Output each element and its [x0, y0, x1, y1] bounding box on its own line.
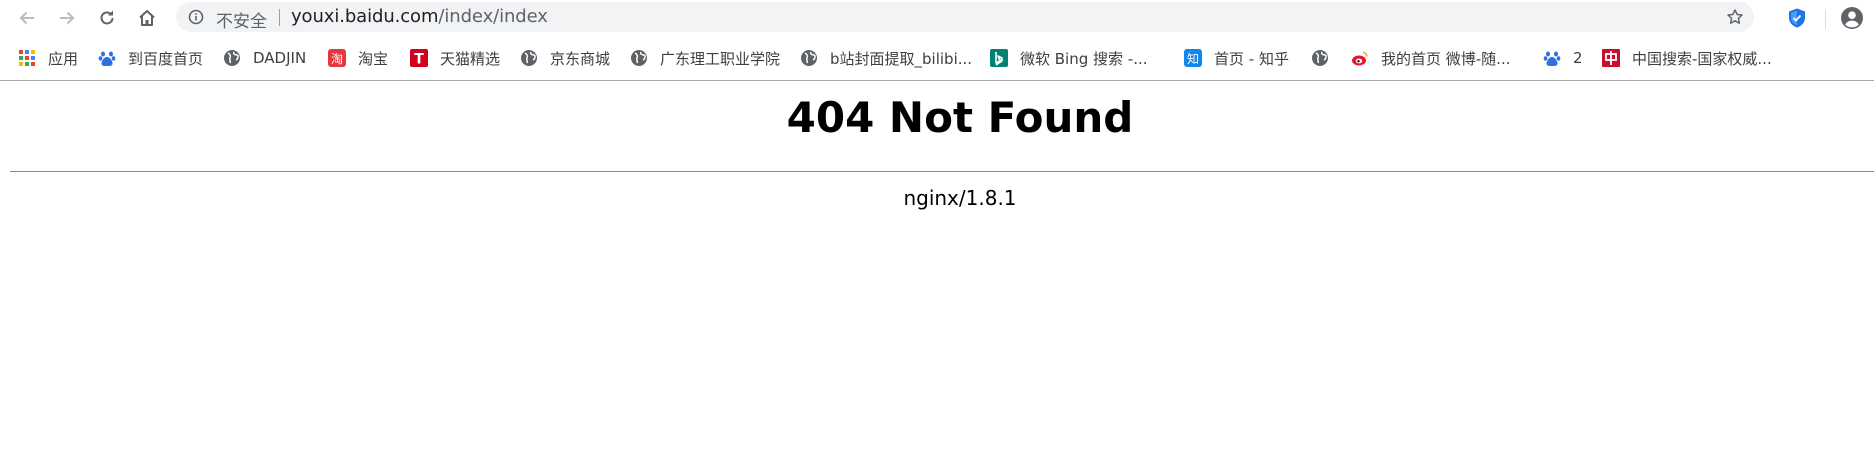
- globe-icon: [223, 49, 241, 67]
- bookmark-label: 我的首页 微博-随...: [1381, 49, 1511, 68]
- url-path: /index/index: [438, 6, 548, 27]
- forward-button[interactable]: [53, 4, 81, 32]
- bookmark-label: 中国搜索-国家权威...: [1632, 49, 1772, 68]
- address-bar[interactable]: 不安全 youxi.baidu.com/index/index: [176, 2, 1754, 32]
- globe-icon: [1311, 49, 1329, 67]
- reload-button[interactable]: [93, 4, 121, 32]
- page-title: 404 Not Found: [786, 93, 1134, 142]
- star-icon[interactable]: [1726, 8, 1744, 26]
- divider: [10, 171, 1874, 172]
- bookmark-jd[interactable]: 京东商城: [520, 36, 610, 80]
- bookmark-label: DADJIN: [253, 49, 307, 67]
- chinaso-icon: [1602, 49, 1620, 67]
- bookmark-label: 京东商城: [550, 49, 611, 68]
- tmall-icon: T: [410, 49, 428, 67]
- apps-grid-icon: [18, 49, 36, 67]
- back-button[interactable]: [13, 4, 41, 32]
- profile-avatar-icon[interactable]: [1840, 6, 1864, 30]
- bookmark-weibo[interactable]: 我的首页 微博-随...: [1351, 36, 1511, 80]
- bookmark-tmall[interactable]: T 天猫精选: [410, 36, 500, 80]
- shield-extension-icon[interactable]: [1786, 7, 1808, 29]
- bookmark-label: 天猫精选: [440, 49, 501, 68]
- bookmark-dadjin[interactable]: DADJIN: [223, 36, 306, 80]
- arrow-right-icon: [60, 11, 75, 25]
- bing-icon: [990, 49, 1008, 67]
- bookmark-label: 淘宝: [358, 49, 389, 68]
- reload-icon: [100, 10, 114, 25]
- bookmark-label: b站封面提取_bilibi...: [830, 49, 973, 68]
- baidu-paw-icon: [98, 49, 116, 67]
- bookmark-baidu-home[interactable]: 到百度首页: [98, 36, 203, 80]
- zhihu-icon: 知: [1184, 49, 1202, 67]
- toolbar-separator: [1825, 9, 1826, 29]
- bookmark-label: 首页 - 知乎: [1214, 49, 1289, 68]
- bookmark-zhihu[interactable]: 知 首页 - 知乎: [1184, 36, 1289, 80]
- url-text[interactable]: youxi.baidu.com/index/index: [291, 6, 548, 27]
- taobao-icon: 淘: [328, 49, 346, 67]
- baidu-paw-icon: [1543, 49, 1561, 67]
- svg-text:T: T: [414, 52, 424, 68]
- globe-icon: [630, 49, 648, 67]
- browser-toolbar: 不安全 youxi.baidu.com/index/index: [0, 0, 1874, 36]
- info-icon[interactable]: [188, 9, 204, 25]
- address-separator: [279, 9, 280, 26]
- svg-text:淘: 淘: [331, 52, 343, 66]
- bookmark-label: 广东理工职业学院: [660, 49, 781, 68]
- page-content: 404 Not Found nginx/1.8.1: [0, 81, 1874, 453]
- url-host: youxi.baidu.com: [291, 6, 439, 27]
- bookmark-gdit[interactable]: 广东理工职业学院: [630, 36, 780, 80]
- bookmark-label: 微软 Bing 搜索 -...: [1020, 49, 1148, 68]
- bookmark-label: 2: [1573, 49, 1583, 67]
- bookmark-label: 应用: [48, 49, 79, 68]
- svg-text:知: 知: [1187, 52, 1199, 66]
- bookmarks-bar: 应用 到百度首页 DADJIN 淘 淘宝 T 天猫精选 京东商城 广东理工职业学…: [0, 36, 1874, 81]
- security-label[interactable]: 不安全: [216, 7, 267, 32]
- bookmark-label: 到百度首页: [128, 49, 204, 68]
- browser-chrome: 不安全 youxi.baidu.com/index/index 应用 到百度首页…: [0, 0, 1874, 81]
- globe-icon: [800, 49, 818, 67]
- bookmark-bilibili-cover[interactable]: b站封面提取_bilibi...: [800, 36, 972, 80]
- bookmark-apps[interactable]: 应用: [18, 36, 78, 80]
- home-button[interactable]: [133, 4, 161, 32]
- bookmark-untitled[interactable]: [1311, 36, 1341, 80]
- bookmark-baidu-2[interactable]: 2: [1543, 36, 1583, 80]
- bookmark-bing[interactable]: 微软 Bing 搜索 -...: [990, 36, 1148, 80]
- globe-icon: [520, 49, 538, 67]
- server-signature: nginx/1.8.1: [903, 186, 1017, 210]
- weibo-icon: [1351, 49, 1369, 67]
- bookmark-taobao[interactable]: 淘 淘宝: [328, 36, 388, 80]
- home-icon: [139, 10, 155, 26]
- arrow-left-icon: [19, 11, 34, 25]
- bookmark-chinaso[interactable]: 中国搜索-国家权威...: [1602, 36, 1772, 80]
